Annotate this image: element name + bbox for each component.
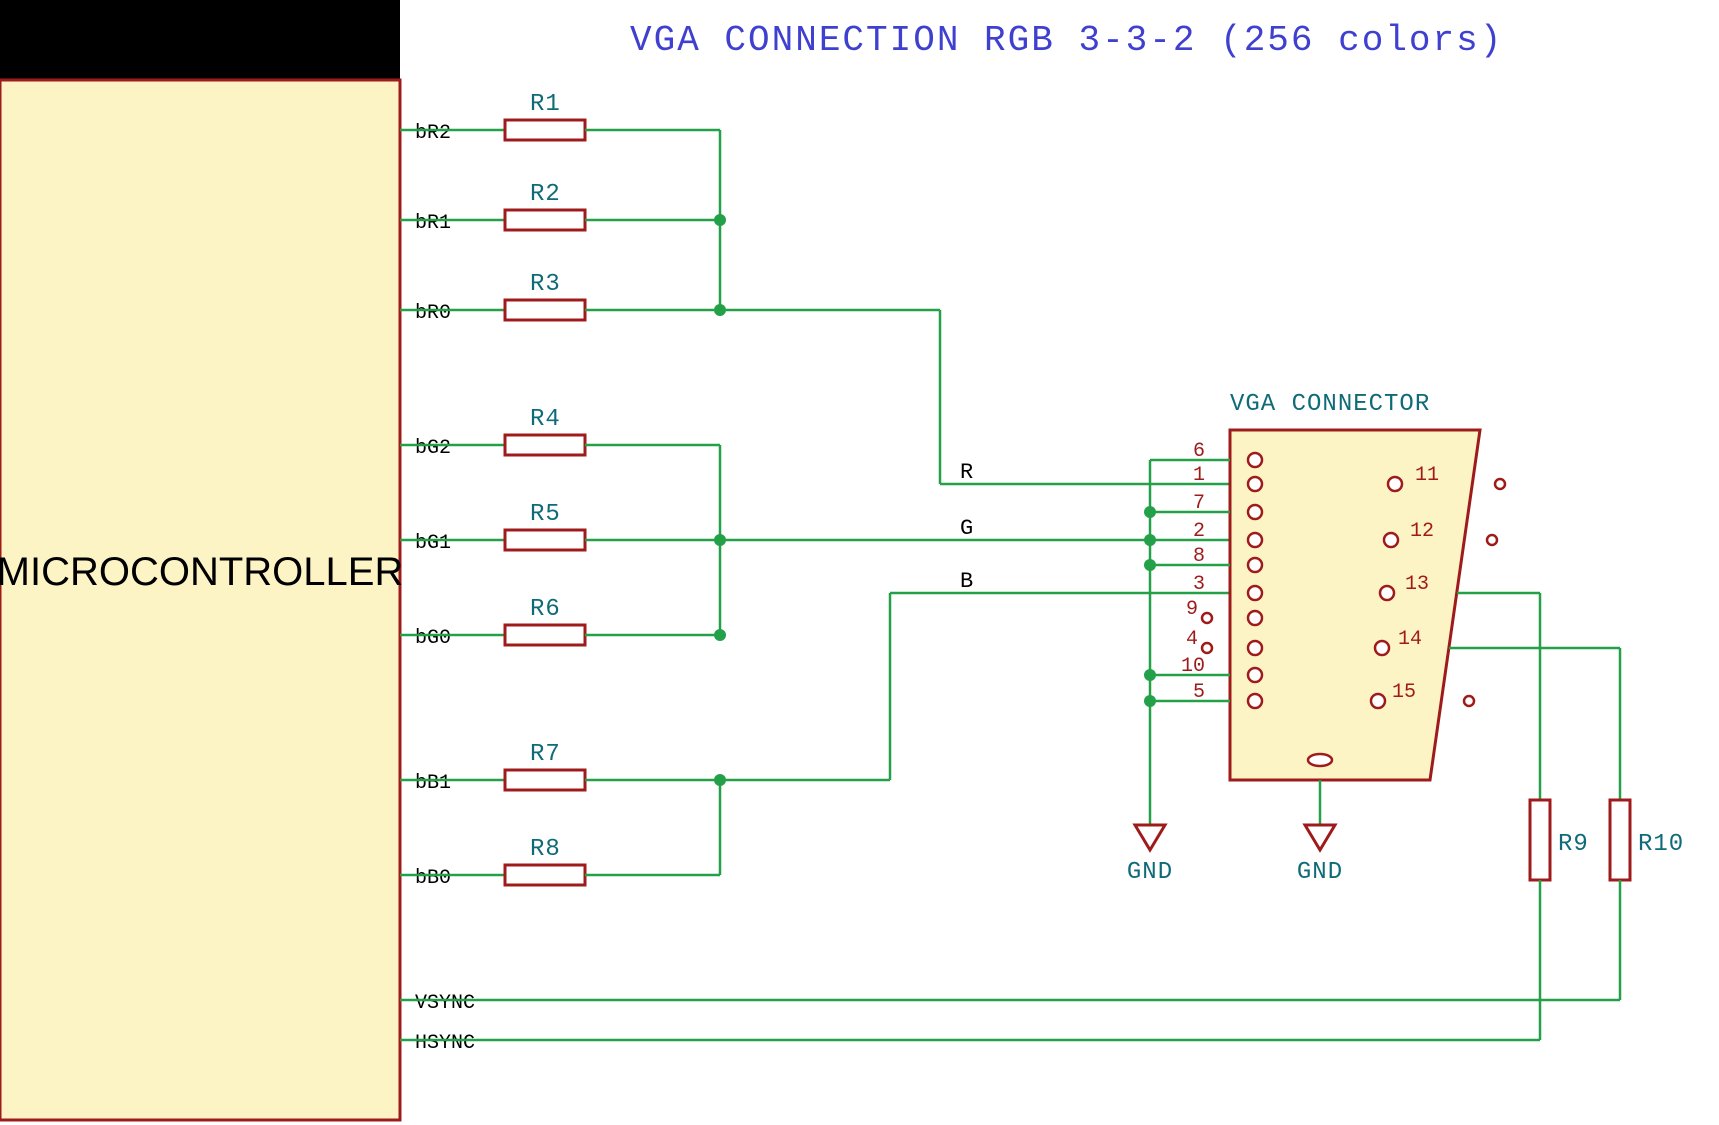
svg-text:9: 9	[1186, 598, 1198, 621]
pin-bR1: bR1	[415, 212, 451, 235]
resistor-R3	[505, 300, 585, 320]
svg-text:1: 1	[1193, 464, 1205, 487]
svg-text:12: 12	[1410, 520, 1434, 543]
pin-bR0: bR0	[415, 302, 451, 325]
resistor-R8	[505, 865, 585, 885]
gnd-symbol-left: GND	[1127, 825, 1173, 886]
svg-text:GND: GND	[1127, 859, 1173, 886]
net-B: B	[960, 569, 973, 594]
svg-text:5: 5	[1193, 681, 1205, 704]
pin-bG1: bG1	[415, 532, 451, 555]
resistor-R4	[505, 435, 585, 455]
resistor-R5	[505, 530, 585, 550]
refdes-R5: R5	[530, 501, 561, 528]
vga-connector-body	[1230, 430, 1480, 780]
mcu-block	[0, 80, 400, 1120]
svg-text:2: 2	[1193, 520, 1205, 543]
refdes-R8: R8	[530, 836, 561, 863]
resistor-R6	[505, 625, 585, 645]
svg-text:14: 14	[1398, 628, 1422, 651]
net-G: G	[960, 516, 973, 541]
refdes-R4: R4	[530, 406, 561, 433]
refdes-R9: R9	[1558, 831, 1589, 858]
gnd-symbol-right: GND	[1297, 825, 1343, 886]
vga-connector-title: VGA CONNECTOR	[1230, 391, 1430, 418]
refdes-R10: R10	[1638, 831, 1684, 858]
svg-text:13: 13	[1405, 573, 1429, 596]
resistor-R7	[505, 770, 585, 790]
vga-shield-pin	[1308, 754, 1332, 766]
resistor-R9	[1530, 800, 1550, 880]
svg-text:8: 8	[1193, 545, 1205, 568]
top-black-bar	[0, 0, 400, 80]
pin-HSYNC: HSYNC	[415, 1032, 475, 1055]
svg-text:3: 3	[1193, 573, 1205, 596]
pin-bG2: bG2	[415, 437, 451, 460]
net-R: R	[960, 460, 973, 485]
refdes-R3: R3	[530, 271, 561, 298]
refdes-R2: R2	[530, 181, 561, 208]
mcu-label: MICROCONTROLLER	[0, 550, 403, 594]
pin-bB0: bB0	[415, 867, 451, 890]
refdes-R6: R6	[530, 596, 561, 623]
refdes-R7: R7	[530, 741, 561, 768]
resistor-R2	[505, 210, 585, 230]
svg-text:GND: GND	[1297, 859, 1343, 886]
svg-text:15: 15	[1392, 681, 1416, 704]
svg-text:6: 6	[1193, 440, 1205, 463]
refdes-R1: R1	[530, 91, 561, 118]
svg-text:10: 10	[1181, 655, 1205, 678]
svg-text:4: 4	[1186, 628, 1198, 651]
pin-bR2: bR2	[415, 122, 451, 145]
pin-bB1: bB1	[415, 772, 451, 795]
pin-bG0: bG0	[415, 627, 451, 650]
svg-text:7: 7	[1193, 492, 1205, 515]
resistor-R1	[505, 120, 585, 140]
pin-VSYNC: VSYNC	[415, 992, 475, 1015]
schematic-title: VGA CONNECTION RGB 3-3-2 (256 colors)	[630, 20, 1503, 61]
svg-text:11: 11	[1415, 464, 1439, 487]
resistor-R10	[1610, 800, 1630, 880]
